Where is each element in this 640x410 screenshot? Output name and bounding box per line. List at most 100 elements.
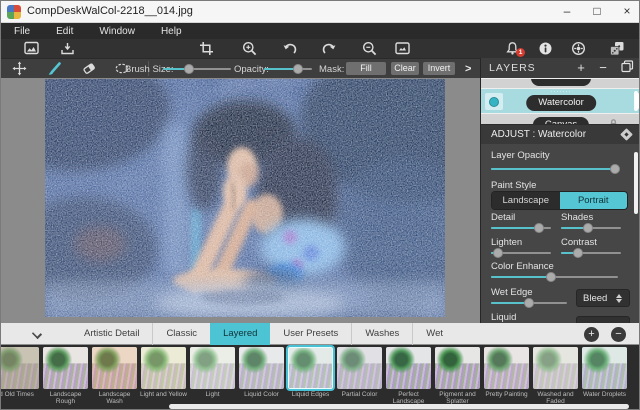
- tab-layered[interactable]: Layered: [210, 323, 270, 345]
- canvas-image: [45, 79, 445, 317]
- brush-tool-icon[interactable]: [46, 60, 64, 78]
- layer-opacity-label: Layer Opacity: [491, 150, 550, 161]
- preset-light[interactable]: Light: [190, 347, 235, 407]
- randomize-adjust-icon[interactable]: [620, 128, 633, 141]
- layer-row-above[interactable]: [481, 78, 640, 88]
- wet-edge-mode-value: Bleed: [583, 293, 607, 304]
- open-image-icon[interactable]: [22, 40, 40, 58]
- minimize-button[interactable]: –: [553, 1, 581, 23]
- preset-liquid-edges[interactable]: Liquid Edges: [288, 347, 333, 407]
- maximize-button[interactable]: □: [583, 1, 611, 23]
- layer-row-canvas[interactable]: Canvas: [481, 113, 640, 124]
- preset-thumbnail-image: [386, 347, 431, 389]
- preset-d-old-times[interactable]: d Old Times: [1, 347, 39, 407]
- tab-artistic-detail[interactable]: Artistic Detail: [71, 323, 152, 345]
- zoom-in-icon[interactable]: [240, 40, 258, 58]
- liquid-dropdown[interactable]: [576, 316, 630, 323]
- preset-washed-and-faded[interactable]: Washed and Faded: [533, 347, 578, 407]
- opacity-slider[interactable]: [264, 63, 312, 75]
- mask-clear-button[interactable]: Clear: [391, 62, 419, 75]
- shades-slider[interactable]: [561, 222, 621, 234]
- layer-row-watercolor[interactable]: ······· Watercolor: [481, 88, 640, 113]
- menu-file[interactable]: File: [1, 26, 43, 37]
- color-enhance-slider[interactable]: [491, 271, 618, 283]
- preset-tabs-bar: Artistic DetailClassicLayeredUser Preset…: [1, 323, 640, 345]
- move-tool-icon[interactable]: [10, 60, 28, 78]
- preset-thumbnail-image: [239, 347, 284, 389]
- menu-window[interactable]: Window: [86, 26, 148, 37]
- mask-fill-button[interactable]: Fill: [346, 62, 386, 75]
- contrast-slider[interactable]: [561, 247, 621, 259]
- paint-style-portrait[interactable]: Portrait: [560, 192, 628, 209]
- close-button[interactable]: ×: [613, 1, 640, 23]
- more-options-chevron-icon[interactable]: >: [465, 63, 471, 75]
- tab-wet[interactable]: Wet: [412, 323, 456, 345]
- preset-label: Landscape Wash: [90, 391, 139, 407]
- mask-label: Mask:: [319, 64, 344, 75]
- preset-pretty-painting[interactable]: Pretty Painting: [484, 347, 529, 407]
- liquid-label: Liquid: [491, 312, 516, 323]
- preset-thumbnail-image: [484, 347, 529, 389]
- mask-invert-button[interactable]: Invert: [423, 62, 455, 75]
- undo-icon[interactable]: [281, 40, 299, 58]
- wet-edge-mode-dropdown[interactable]: Bleed: [576, 289, 630, 307]
- preset-water-droplets[interactable]: Water Droplets: [582, 347, 627, 407]
- random-dice-icon[interactable]: [608, 40, 626, 58]
- tab-classic[interactable]: Classic: [152, 323, 210, 345]
- save-icon[interactable]: [58, 40, 76, 58]
- paint-style-landscape[interactable]: Landscape: [492, 192, 560, 209]
- adjust-body: Layer Opacity Paint Style Landscape Port…: [481, 144, 640, 323]
- info-icon[interactable]: [536, 40, 554, 58]
- brush-size-slider[interactable]: [163, 63, 231, 75]
- wet-edge-slider[interactable]: [491, 297, 567, 309]
- remove-layer-button[interactable]: −: [595, 60, 611, 76]
- preset-label: d Old Times: [1, 391, 41, 407]
- tab-washes[interactable]: Washes: [351, 323, 412, 345]
- settings-target-icon[interactable]: [569, 40, 587, 58]
- add-layer-button[interactable]: +: [573, 60, 589, 76]
- preset-liquid-color[interactable]: Liquid Color: [239, 347, 284, 407]
- detail-slider[interactable]: [491, 222, 551, 234]
- redo-icon[interactable]: [320, 40, 338, 58]
- fit-view-icon[interactable]: [393, 40, 411, 58]
- title-bar: CompDeskWalCol-2218__014.jpg – □ ×: [1, 1, 640, 23]
- adjust-title: ADJUST : Watercolor: [491, 129, 586, 140]
- window-title: CompDeskWalCol-2218__014.jpg: [27, 5, 193, 17]
- collapse-presets-chevron-icon[interactable]: [32, 329, 42, 339]
- preset-landscape-rough[interactable]: Landscape Rough: [43, 347, 88, 407]
- layer-name-canvas[interactable]: Canvas: [533, 117, 589, 124]
- duplicate-layer-icon[interactable]: [619, 60, 635, 76]
- canvas-area[interactable]: [1, 78, 480, 323]
- preset-partial-color[interactable]: Partial Color: [337, 347, 382, 407]
- crop-icon[interactable]: [197, 40, 215, 58]
- add-preset-button[interactable]: +: [584, 327, 599, 342]
- preset-thumbnail-image: [288, 347, 333, 389]
- preset-thumbnail-image: [1, 347, 39, 389]
- lighten-slider[interactable]: [491, 247, 551, 259]
- layer-opacity-slider[interactable]: [491, 163, 618, 175]
- adjust-scrollbar[interactable]: [634, 152, 638, 214]
- preset-pigment-and-splatter[interactable]: Pigment and Splatter: [435, 347, 480, 407]
- preset-landscape-wash[interactable]: Landscape Wash: [92, 347, 137, 407]
- layers-scrollbar[interactable]: [634, 91, 638, 111]
- preset-thumbnail-image: [533, 347, 578, 389]
- lock-icon[interactable]: [608, 116, 619, 124]
- app-window: CompDeskWalCol-2218__014.jpg – □ × FileE…: [0, 0, 640, 410]
- preset-thumbnail-image: [92, 347, 137, 389]
- paint-style-segmented: Landscape Portrait: [491, 191, 628, 210]
- eraser-tool-icon[interactable]: [80, 60, 98, 78]
- dropdown-arrows-icon: [616, 293, 623, 304]
- menu-help[interactable]: Help: [148, 26, 195, 37]
- preset-light-and-yellow[interactable]: Light and Yellow: [141, 347, 186, 407]
- paint-style-label: Paint Style: [491, 180, 536, 191]
- presets-scrollbar[interactable]: [169, 404, 629, 409]
- zoom-out-icon[interactable]: [360, 40, 378, 58]
- preset-thumbnail-image: [43, 347, 88, 389]
- layer-name-watercolor[interactable]: Watercolor: [526, 95, 596, 111]
- remove-preset-button[interactable]: −: [611, 327, 626, 342]
- tab-user-presets[interactable]: User Presets: [270, 323, 351, 345]
- notification-badge: 1: [516, 48, 525, 57]
- menu-edit[interactable]: Edit: [43, 26, 86, 37]
- layer-visibility-toggle[interactable]: [485, 93, 503, 110]
- preset-perfect-landscape[interactable]: Perfect Landscape: [386, 347, 431, 407]
